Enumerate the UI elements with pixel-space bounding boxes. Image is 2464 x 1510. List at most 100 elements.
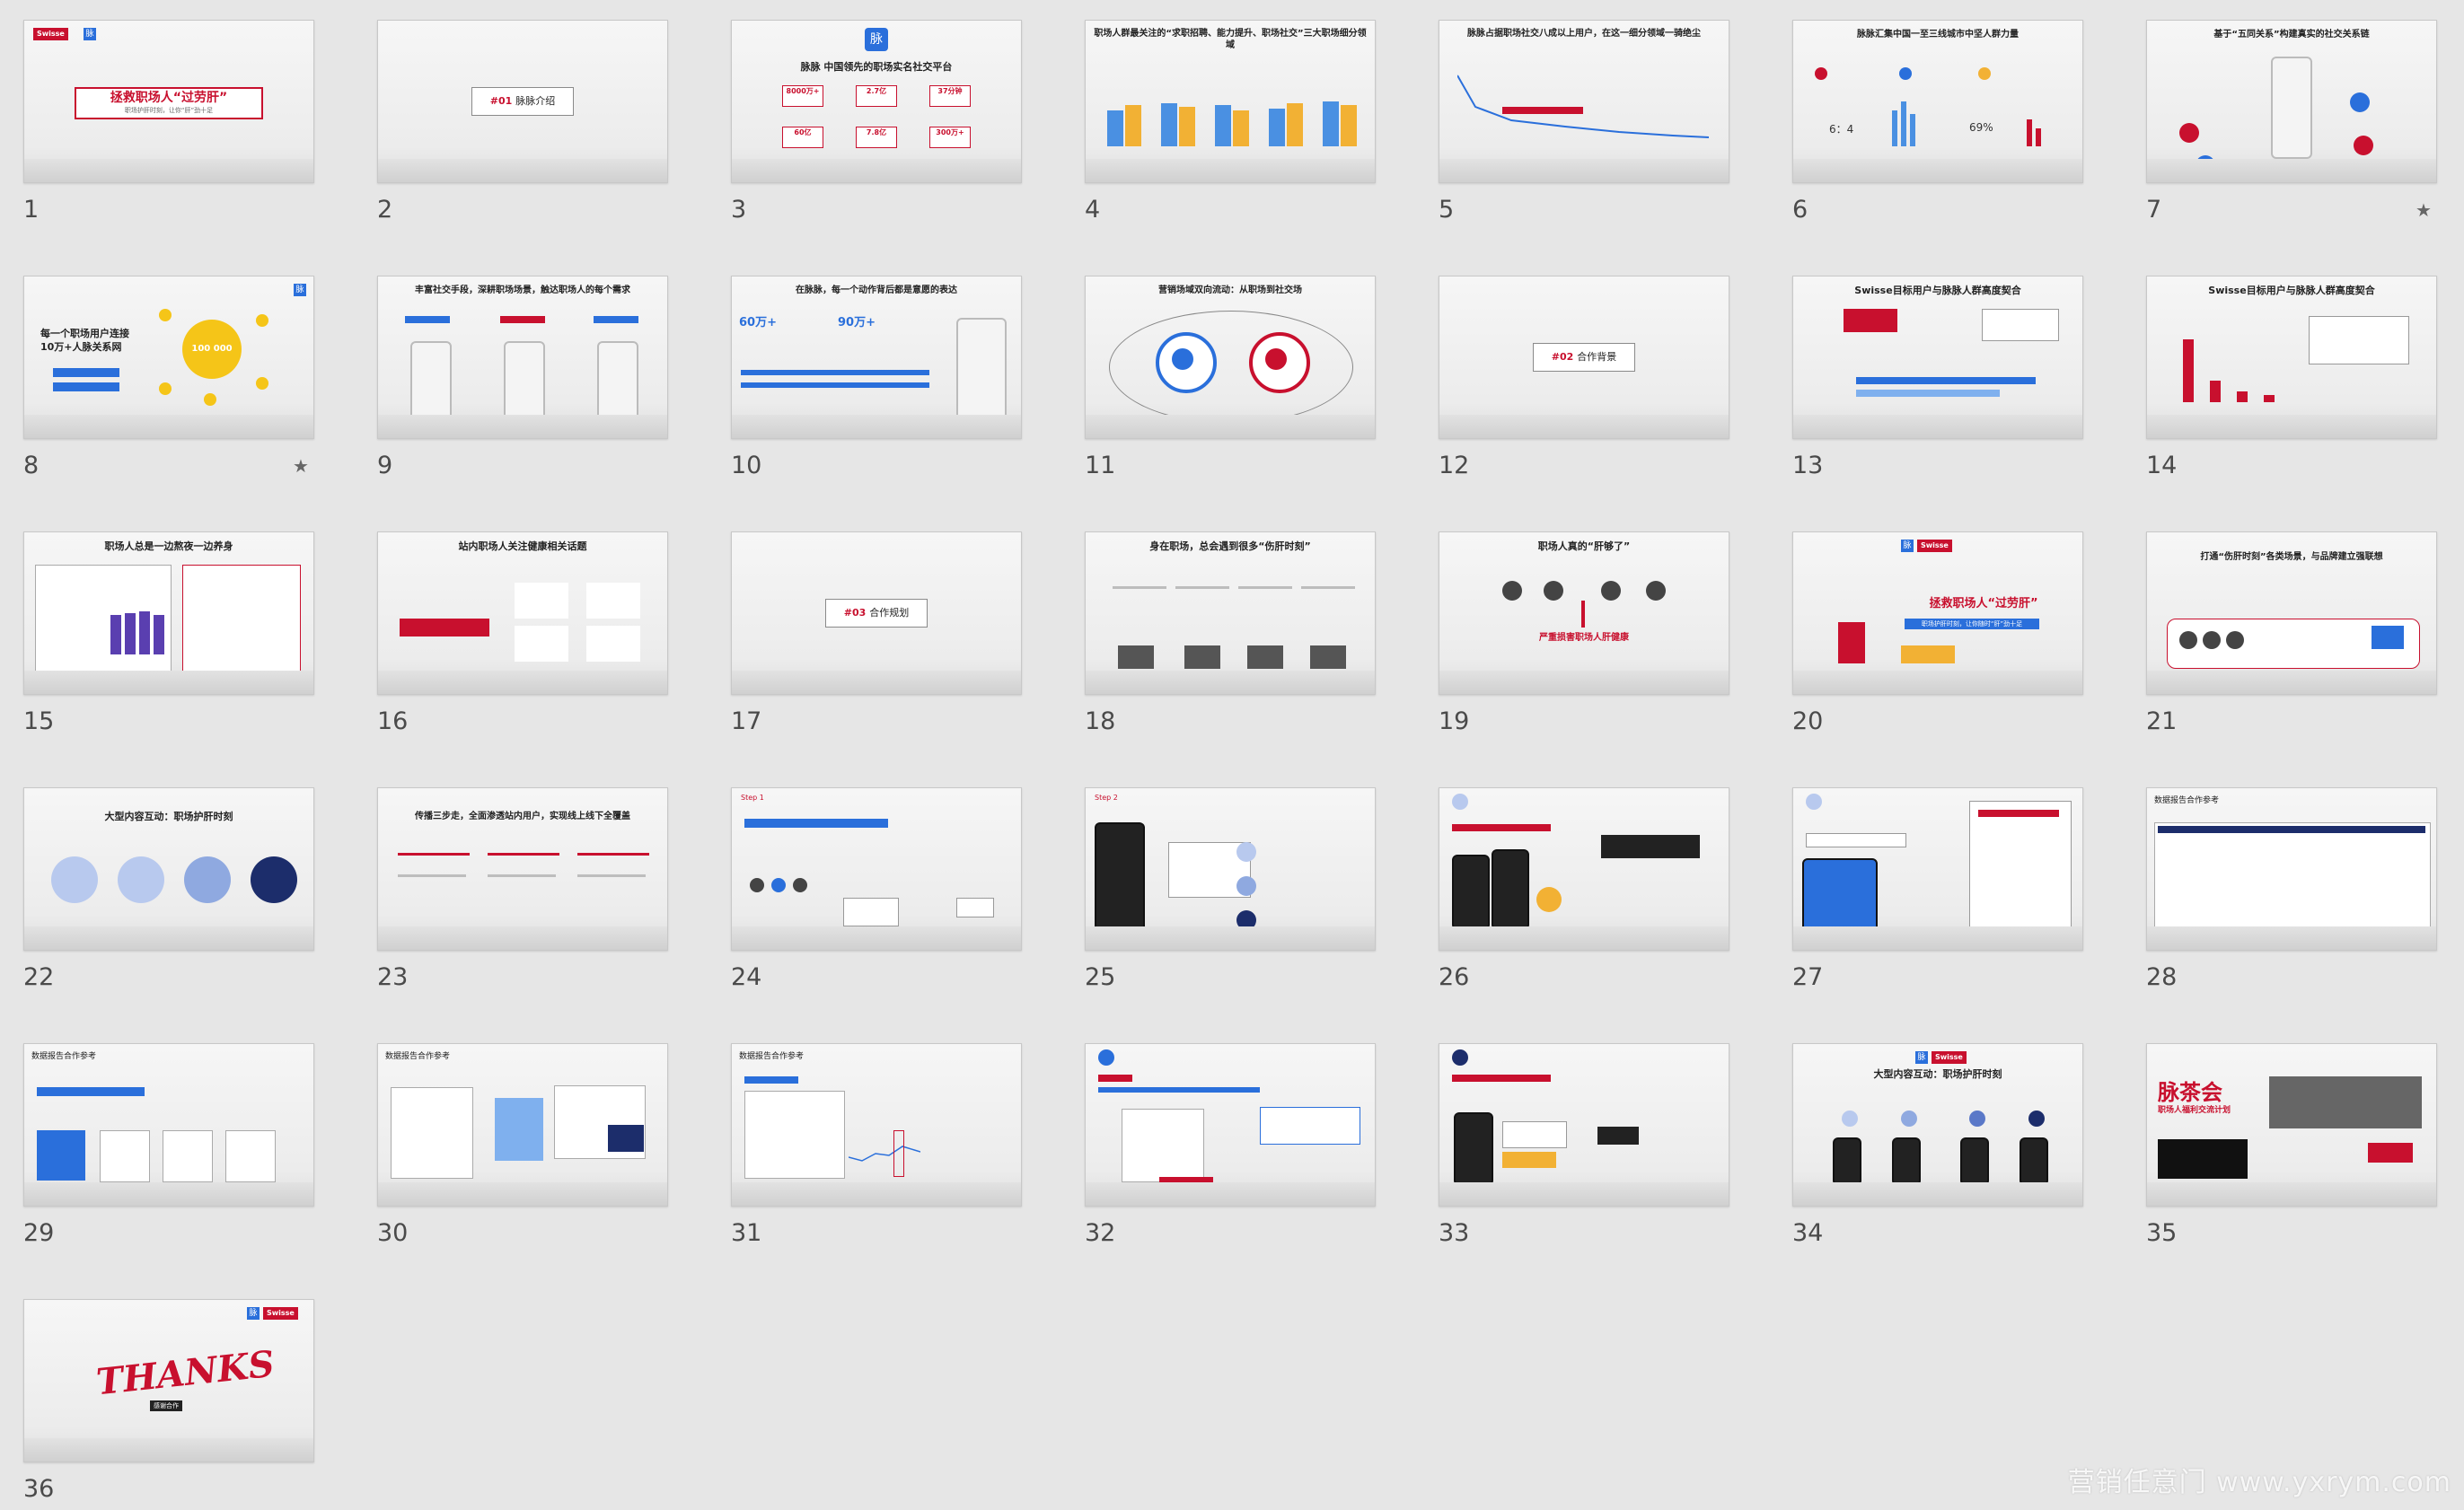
slide-thumbnail[interactable]: 职场人群最关注的“求职招聘、能力提升、职场社交”三大职场细分领域 — [1085, 20, 1376, 183]
slide-thumbnail[interactable]: 站内职场人关注健康相关话题 — [377, 531, 668, 695]
slide-thumbnail[interactable]: Swisse目标用户与脉脉人群高度契合 — [2146, 276, 2437, 439]
slide-17[interactable]: #03 合作规划 17 — [731, 531, 1022, 735]
slide-thumbnail[interactable]: 营销场域双向流动：从职场到社交场 — [1085, 276, 1376, 439]
slide-title: 在脉脉，每一个动作背后都是意愿的表达 — [796, 285, 957, 295]
step-label: Step 1 — [741, 794, 764, 802]
slide-thumbnail[interactable]: 基于“五同关系”构建真实的社交关系链 — [2146, 20, 2437, 183]
slide-27[interactable]: 27 — [1792, 787, 2083, 991]
slide-8[interactable]: 脉 每一个职场用户连接 10万+人脉关系网 100 000 8 ★ — [23, 276, 314, 479]
avatar — [1646, 581, 1666, 601]
slide-34[interactable]: 脉 Swisse 大型内容互动：职场护肝时刻 34 — [1792, 1043, 2083, 1247]
floor — [378, 1182, 667, 1206]
slide-thumbnail[interactable]: 数据报告合作参考 — [2146, 787, 2437, 951]
screenshot — [1982, 309, 2059, 341]
slide-22[interactable]: 大型内容互动：职场护肝时刻 22 — [23, 787, 314, 991]
floor — [1086, 415, 1375, 438]
maimai-logo-icon: 脉 — [1901, 540, 1914, 552]
slide-7[interactable]: 基于“五同关系”构建真实的社交关系链 7 ★ — [2146, 20, 2437, 224]
slide-number: 2 — [377, 196, 393, 224]
slide-thumbnail[interactable] — [1439, 1043, 1729, 1207]
slide-thumbnail[interactable]: 数据报告合作参考 — [23, 1043, 314, 1207]
stat: 8000万+ — [782, 85, 823, 107]
slide-28[interactable]: 数据报告合作参考 28 — [2146, 787, 2437, 991]
slide-10[interactable]: 在脉脉，每一个动作背后都是意愿的表达 60万+ 90万+ 10 — [731, 276, 1022, 479]
photo — [1184, 645, 1220, 669]
slide-thumbnail[interactable]: 打通“伤肝时刻”各类场景，与品牌建立强联想 — [2146, 531, 2437, 695]
slide-thumbnail[interactable]: 数据报告合作参考 — [377, 1043, 668, 1207]
slide-14[interactable]: Swisse目标用户与脉脉人群高度契合 14 — [2146, 276, 2437, 479]
slide-thumbnail[interactable]: 脉脉汇集中国一至三线城市中坚人群力量 6：4 69% — [1792, 20, 2083, 183]
slide-thumbnail[interactable] — [1792, 787, 2083, 951]
photo — [2158, 1139, 2248, 1179]
slide-thumbnail[interactable]: #02 合作背景 — [1439, 276, 1729, 439]
floor — [1086, 671, 1375, 694]
avatar — [2203, 631, 2221, 649]
slide-19[interactable]: 职场人真的“肝够了” 严重损害职场人肝健康 19 — [1439, 531, 1729, 735]
slide-18[interactable]: 身在职场，总会遇到很多“伤肝时刻” 18 — [1085, 531, 1376, 735]
slide-thumbnail[interactable]: Step 2 — [1085, 787, 1376, 951]
slide-35[interactable]: 脉茶会 职场人福利交流计划 35 — [2146, 1043, 2437, 1247]
floor — [1086, 926, 1375, 950]
slide-thumbnail[interactable]: 数据报告合作参考 — [731, 1043, 1022, 1207]
slide-31[interactable]: 数据报告合作参考 31 — [731, 1043, 1022, 1247]
slide-thumbnail[interactable]: 脉茶会 职场人福利交流计划 — [2146, 1043, 2437, 1207]
slide-thumbnail[interactable]: 脉 Swisse 大型内容互动：职场护肝时刻 — [1792, 1043, 2083, 1207]
photo — [1118, 645, 1154, 669]
node-icon — [159, 382, 172, 395]
slide-thumbnail[interactable]: 职场人总是一边熬夜一边养身 — [23, 531, 314, 695]
slide-thumbnail[interactable]: Step 1 — [731, 787, 1022, 951]
slide-12[interactable]: #02 合作背景 12 — [1439, 276, 1729, 479]
slide-36[interactable]: 脉 Swisse THANKS 感谢合作 36 — [23, 1299, 314, 1503]
slide-20[interactable]: 脉 Swisse 拯救职场人“过劳肝” 职场护肝时刻，让你随时“肝”劲十足 20 — [1792, 531, 2083, 735]
slide-thumbnail[interactable] — [1085, 1043, 1376, 1207]
slide-26[interactable]: 26 — [1439, 787, 1729, 991]
slide-9[interactable]: 丰富社交手段，深耕职场场景，触达职场人的每个需求 9 — [377, 276, 668, 479]
highlight-box — [1502, 107, 1583, 114]
slide-15[interactable]: 职场人总是一边熬夜一边养身 15 — [23, 531, 314, 735]
slide-thumbnail[interactable]: #01 脉脉介绍 — [377, 20, 668, 183]
slide-11[interactable]: 营销场域双向流动：从职场到社交场 11 — [1085, 276, 1376, 479]
slide-title: 丰富社交手段，深耕职场场景，触达职场人的每个需求 — [415, 285, 630, 295]
slide-thumbnail[interactable]: #03 合作规划 — [731, 531, 1022, 695]
slide-thumbnail[interactable] — [1439, 787, 1729, 951]
slide-29[interactable]: 数据报告合作参考 29 — [23, 1043, 314, 1247]
slide-title: 脉脉占据职场社交八成以上用户，在这一细分领域一骑绝尘 — [1467, 29, 1701, 39]
slide-6[interactable]: 脉脉汇集中国一至三线城市中坚人群力量 6：4 69% 6 — [1792, 20, 2083, 224]
slide-25[interactable]: Step 2 25 — [1085, 787, 1376, 991]
slide-30[interactable]: 数据报告合作参考 30 — [377, 1043, 668, 1247]
slide-thumbnail[interactable]: Swisse目标用户与脉脉人群高度契合 — [1792, 276, 2083, 439]
slide-thumbnail[interactable]: 身在职场，总会遇到很多“伤肝时刻” — [1085, 531, 1376, 695]
slide-13[interactable]: Swisse目标用户与脉脉人群高度契合 13 — [1792, 276, 2083, 479]
slide-thumbnail[interactable]: 脉 Swisse THANKS 感谢合作 — [23, 1299, 314, 1462]
chart-bar — [1161, 103, 1177, 146]
slide-2[interactable]: #01 脉脉介绍 2 — [377, 20, 668, 224]
text-line — [1238, 586, 1292, 589]
slide-number: 15 — [23, 707, 55, 735]
slide-21[interactable]: 打通“伤肝时刻”各类场景，与品牌建立强联想 21 — [2146, 531, 2437, 735]
floor — [1086, 1182, 1375, 1206]
slide-thumbnail[interactable]: 在脉脉，每一个动作背后都是意愿的表达 60万+ 90万+ — [731, 276, 1022, 439]
highlight-box — [893, 1130, 904, 1177]
slide-3[interactable]: 脉 脉脉 中国领先的职场实名社交平台 8000万+ 2.7亿 37分钟 60亿 … — [731, 20, 1022, 224]
quote-card — [515, 583, 568, 619]
slide-16[interactable]: 站内职场人关注健康相关话题 16 — [377, 531, 668, 735]
slide-thumbnail[interactable]: 传播三步走，全面渗透站内用户，实现线上线下全覆盖 — [377, 787, 668, 951]
slide-33[interactable]: 33 — [1439, 1043, 1729, 1247]
slide-thumbnail[interactable]: Swisse 脉 拯救职场人“过劳肝” 职场护肝时刻，让你“肝”劲十足 — [23, 20, 314, 183]
slide-thumbnail[interactable]: 大型内容互动：职场护肝时刻 — [23, 787, 314, 951]
slide-thumbnail[interactable]: 脉脉占据职场社交八成以上用户，在这一细分领域一骑绝尘 — [1439, 20, 1729, 183]
slide-thumbnail[interactable]: 职场人真的“肝够了” 严重损害职场人肝健康 — [1439, 531, 1729, 695]
slide-4[interactable]: 职场人群最关注的“求职招聘、能力提升、职场社交”三大职场细分领域 4 — [1085, 20, 1376, 224]
slide-23[interactable]: 传播三步走，全面渗透站内用户，实现线上线下全覆盖 23 — [377, 787, 668, 991]
slide-1[interactable]: Swisse 脉 拯救职场人“过劳肝” 职场护肝时刻，让你“肝”劲十足 1 — [23, 20, 314, 224]
slide-5[interactable]: 脉脉占据职场社交八成以上用户，在这一细分领域一骑绝尘 5 — [1439, 20, 1729, 224]
slide-32[interactable]: 32 — [1085, 1043, 1376, 1247]
slide-thumbnail[interactable]: 脉 脉脉 中国领先的职场实名社交平台 8000万+ 2.7亿 37分钟 60亿 … — [731, 20, 1022, 183]
slide-number: 7 — [2146, 196, 2162, 224]
slide-thumbnail[interactable]: 脉 每一个职场用户连接 10万+人脉关系网 100 000 — [23, 276, 314, 439]
slide-24[interactable]: Step 1 24 — [731, 787, 1022, 991]
phone-mockup — [956, 318, 1007, 429]
slide-title: 拯救职场人“过劳肝” — [1929, 597, 2038, 610]
slide-thumbnail[interactable]: 脉 Swisse 拯救职场人“过劳肝” 职场护肝时刻，让你随时“肝”劲十足 — [1792, 531, 2083, 695]
slide-thumbnail[interactable]: 丰富社交手段，深耕职场场景，触达职场人的每个需求 — [377, 276, 668, 439]
